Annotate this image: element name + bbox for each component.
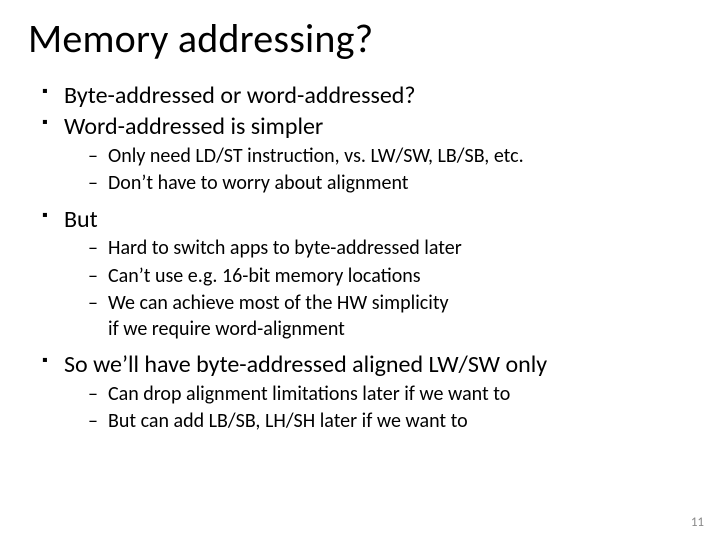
sub-list: Only need LD/ST instruction, vs. LW/SW, … xyxy=(64,144,692,197)
sub-item: Only need LD/ST instruction, vs. LW/SW, … xyxy=(92,144,692,170)
sub-list: Hard to switch apps to byte-addressed la… xyxy=(64,236,692,342)
sub-text: Don’t have to worry about alignment xyxy=(108,171,408,195)
page-number: 11 xyxy=(691,515,704,530)
sub-text-line2: if we require word-alignment xyxy=(108,317,692,343)
sub-item: Hard to switch apps to byte-addressed la… xyxy=(92,236,692,262)
slide-title: Memory addressing? xyxy=(28,14,692,63)
bullet-text: Word-addressed is simpler xyxy=(64,112,323,141)
bullet-item: But Hard to switch apps to byte-addresse… xyxy=(46,205,692,343)
sub-text: Hard to switch apps to byte-addressed la… xyxy=(108,236,462,260)
bullet-list: Byte-addressed or word-addressed? Word-a… xyxy=(28,81,692,435)
bullet-text: Byte-addressed or word-addressed? xyxy=(64,81,416,110)
sub-item: But can add LB/SB, LH/SH later if we wan… xyxy=(92,409,692,435)
sub-text: But can add LB/SB, LH/SH later if we wan… xyxy=(108,409,468,433)
sub-list: Can drop alignment limitations later if … xyxy=(64,382,692,435)
sub-item: We can achieve most of the HW simplicity… xyxy=(92,291,692,342)
sub-text: Can drop alignment limitations later if … xyxy=(108,382,510,406)
sub-text: Only need LD/ST instruction, vs. LW/SW, … xyxy=(108,144,524,168)
bullet-text: But xyxy=(64,205,98,234)
sub-item: Can drop alignment limitations later if … xyxy=(92,382,692,408)
bullet-item: Word-addressed is simpler Only need LD/S… xyxy=(46,112,692,196)
sub-text: We can achieve most of the HW simplicity xyxy=(108,291,449,315)
sub-item: Can’t use e.g. 16-bit memory locations xyxy=(92,264,692,290)
bullet-item: So we’ll have byte-addressed aligned LW/… xyxy=(46,350,692,434)
sub-text: Can’t use e.g. 16-bit memory locations xyxy=(108,264,421,288)
bullet-text: So we’ll have byte-addressed aligned LW/… xyxy=(64,350,547,379)
bullet-item: Byte-addressed or word-addressed? xyxy=(46,81,692,110)
sub-item: Don’t have to worry about alignment xyxy=(92,171,692,197)
slide: Memory addressing? Byte-addressed or wor… xyxy=(0,0,720,540)
